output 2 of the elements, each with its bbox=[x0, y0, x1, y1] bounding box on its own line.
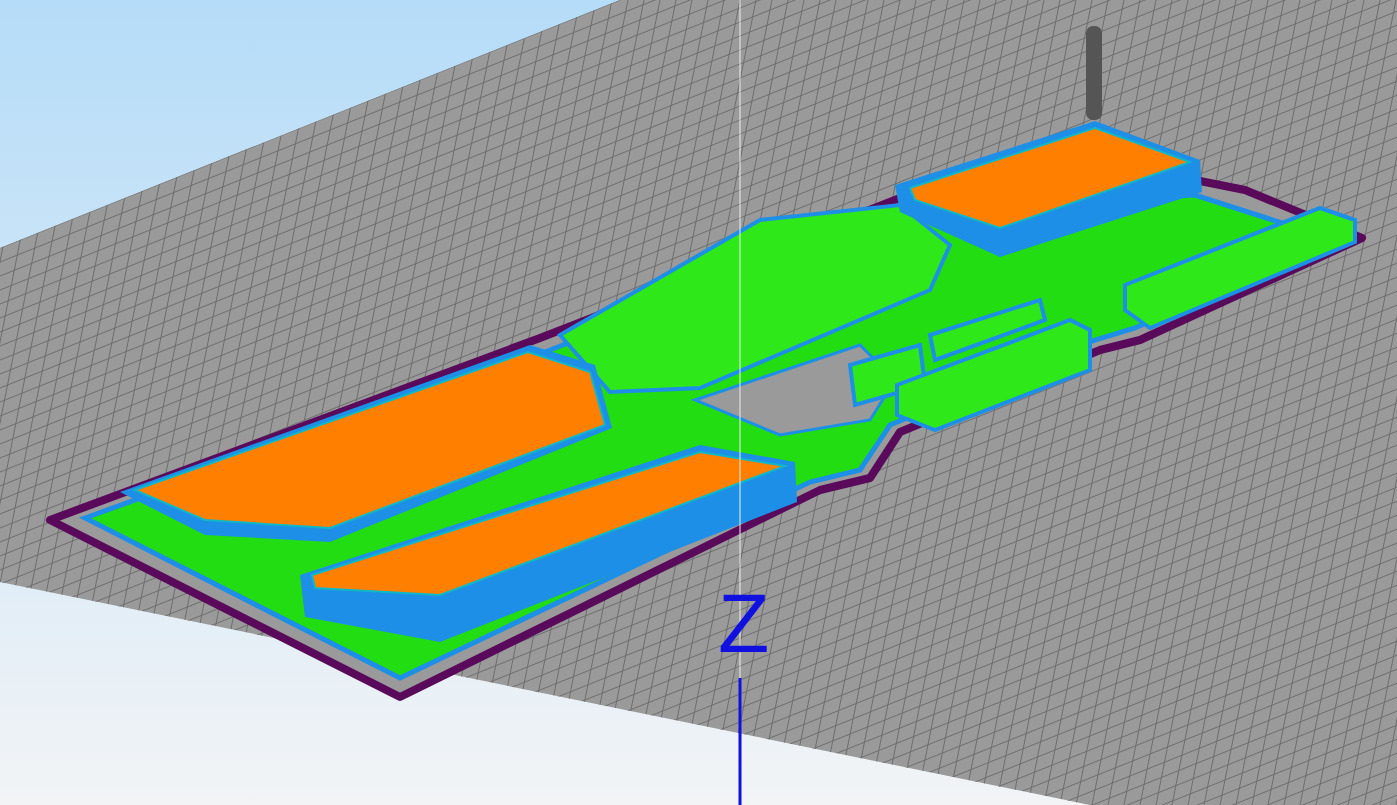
axis-label: Z bbox=[718, 576, 770, 670]
sliced-model-drawing[interactable] bbox=[46, 121, 1366, 701]
